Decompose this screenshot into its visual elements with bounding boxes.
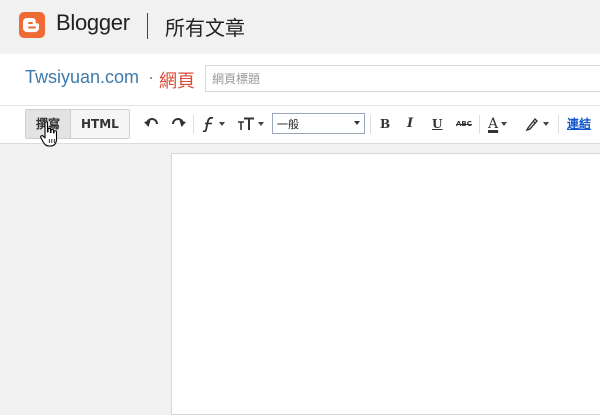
content-kind-label: 網頁	[159, 71, 195, 92]
blog-name-link[interactable]: Twsiyuan.com	[25, 67, 139, 88]
compose-mode-button[interactable]: 撰寫	[26, 110, 72, 138]
toolbar-divider	[370, 115, 371, 134]
editor-content-area[interactable]	[171, 153, 600, 415]
chevron-down-icon	[258, 122, 264, 126]
strikethrough-button[interactable]: ABC	[456, 114, 472, 134]
app-brand: Blogger	[56, 10, 130, 35]
blogger-logo-icon[interactable]	[19, 12, 45, 38]
format-select-value: 一般	[277, 117, 299, 131]
editor-mode-switch: 撰寫 HTML	[25, 109, 130, 139]
html-mode-button[interactable]: HTML	[71, 110, 129, 138]
underline-button[interactable]: U	[432, 114, 442, 134]
chevron-down-icon	[501, 122, 508, 126]
insert-link-button[interactable]: 連結	[567, 114, 591, 134]
page-title-input[interactable]	[205, 65, 600, 92]
font-size-icon	[238, 117, 254, 130]
toolbar-divider	[193, 115, 194, 134]
highlight-color-button[interactable]	[524, 114, 549, 134]
editor-header: Twsiyuan.com · 網頁	[0, 54, 600, 106]
text-color-icon: A	[488, 116, 499, 132]
breadcrumb-separator: ·	[148, 67, 154, 87]
editor-toolbar: 撰寫 HTML 一般 B I U ABC A 連結	[0, 106, 600, 144]
undo-button[interactable]	[144, 114, 160, 134]
font-size-button[interactable]	[237, 114, 264, 134]
redo-icon	[172, 118, 186, 127]
chevron-down-icon	[354, 121, 360, 125]
font-family-button[interactable]	[202, 114, 225, 134]
redo-button[interactable]	[170, 114, 186, 134]
toolbar-divider	[558, 115, 559, 134]
italic-button[interactable]: I	[407, 114, 413, 134]
appbar-divider	[147, 13, 148, 39]
app-bar: Blogger 所有文章	[0, 0, 600, 54]
paragraph-format-select[interactable]: 一般	[272, 113, 365, 134]
chevron-down-icon	[543, 122, 549, 126]
toolbar-divider	[479, 115, 480, 134]
chevron-down-icon	[219, 122, 225, 126]
undo-icon	[144, 118, 158, 127]
highlighter-icon	[525, 117, 538, 132]
text-color-button[interactable]: A	[488, 114, 508, 134]
page-title: 所有文章	[165, 16, 245, 40]
font-family-icon	[202, 116, 214, 132]
bold-button[interactable]: B	[380, 114, 390, 134]
